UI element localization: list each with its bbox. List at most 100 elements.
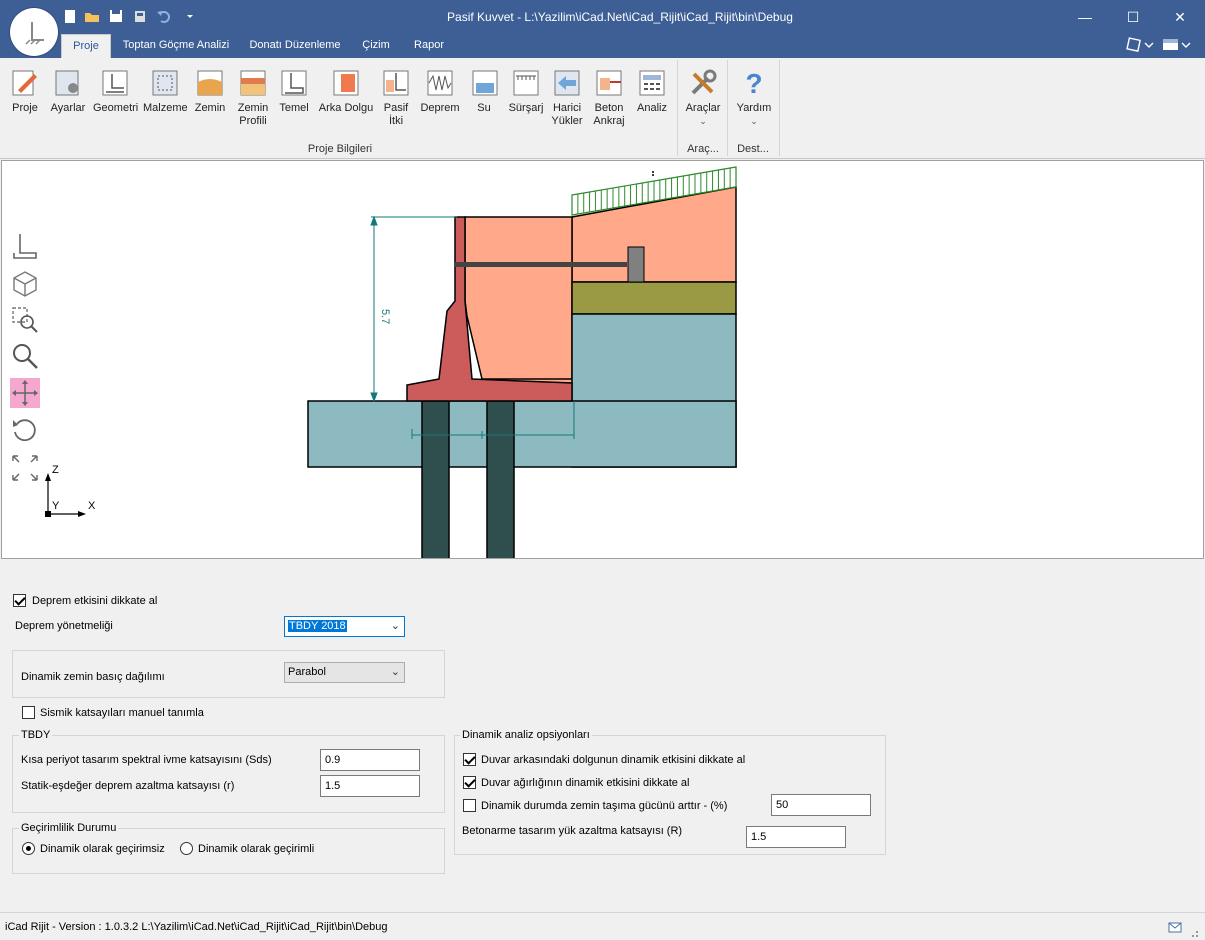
- ribbon-label: Geometri: [93, 102, 139, 114]
- app-menu-button[interactable]: [10, 8, 58, 56]
- ribbon-arka-dolgu-button[interactable]: Arka Dolgu: [318, 68, 374, 115]
- tab-donati[interactable]: Donatı Düzenleme: [244, 34, 346, 58]
- maximize-button[interactable]: ☐: [1118, 8, 1148, 26]
- R-input[interactable]: 1.5: [746, 826, 846, 848]
- harici-yukler-icon: [554, 70, 580, 96]
- manuel-checkbox-label: Sismik katsayıları manuel tanımla: [40, 707, 204, 719]
- ribbon-geometri-button[interactable]: Geometri: [93, 68, 139, 115]
- opt1-label: Duvar arkasındaki dolgunun dinamik etkis…: [481, 754, 746, 766]
- sursarj-icon: [513, 70, 539, 96]
- ribbon-label-line2: İtki: [388, 115, 404, 127]
- ribbon-label: Temel: [279, 102, 309, 114]
- ribbon: Proje Ayarlar Geometri Malzeme Zemin Zemin Pro…: [0, 58, 1205, 159]
- pasif-itki-icon: [383, 70, 409, 96]
- close-button[interactable]: ✕: [1165, 8, 1195, 26]
- new-file-icon[interactable]: [62, 9, 78, 23]
- save-icon[interactable]: [108, 9, 124, 23]
- ribbon-beton-ankraj-button[interactable]: Beton Ankraj: [590, 68, 628, 128]
- group-label-destek: Dest...: [737, 143, 769, 155]
- ribbon-temel-button[interactable]: Temel: [277, 68, 311, 115]
- gecirimli-radio[interactable]: [180, 842, 193, 855]
- ribbon-sursarj-button[interactable]: Sürşarj: [507, 68, 545, 115]
- help-button[interactable]: ? Yardım ⌄: [733, 68, 775, 128]
- ribbon-su-button[interactable]: Su: [470, 68, 498, 115]
- ribbon-proje-button[interactable]: Proje: [10, 68, 40, 115]
- ribbon-label: Deprem: [420, 102, 460, 114]
- window-title: Pasif Kuvvet - L:\Yazilim\iCad.Net\iCad_…: [447, 10, 793, 24]
- ribbon-pasif-itki-button[interactable]: Pasif İtki: [380, 68, 412, 128]
- qat-dropdown-icon[interactable]: [182, 9, 198, 23]
- ribbon-analiz-button[interactable]: Analiz: [634, 68, 670, 115]
- analiz-icon: [639, 70, 665, 96]
- olive-soil-layer: [571, 281, 737, 315]
- help-icon: ?: [745, 68, 762, 98]
- gecirimsiz-radio[interactable]: [22, 842, 35, 855]
- ribbon-label: Ayarlar: [50, 102, 86, 114]
- dimension-label: 5.7: [379, 309, 391, 324]
- R-label: Betonarme tasarım yük azaltma katsayısı …: [462, 825, 683, 837]
- drawing-canvas[interactable]: Z Y X 5.7: [1, 160, 1204, 559]
- message-icon[interactable]: [1168, 921, 1182, 933]
- gecirimlilik-group-title: Geçirimlilik Durumu: [19, 822, 119, 834]
- ribbon-label: Analiz: [637, 102, 667, 114]
- tools-label: Araçlar: [685, 102, 721, 114]
- theme-icon[interactable]: [1125, 37, 1157, 53]
- dagilim-value: Parabol: [288, 666, 326, 678]
- tools-button[interactable]: Araçlar ⌄: [682, 68, 724, 128]
- opt1-checkbox[interactable]: [463, 753, 476, 766]
- ribbon-zemin-profili-button[interactable]: Zemin Profili: [233, 68, 273, 128]
- ribbon-label: Zemin: [237, 102, 269, 114]
- tab-toptan-gocme[interactable]: Toptan Göçme Analizi: [118, 34, 234, 58]
- status-text: iCad Rijit - Version : 1.0.3.2 L:\Yazili…: [5, 921, 388, 933]
- yonetmelik-select[interactable]: TBDY 2018 ⌄: [284, 616, 405, 637]
- tab-cizim[interactable]: Çizim: [356, 34, 396, 58]
- pile-right: [486, 400, 515, 558]
- save-all-icon[interactable]: [132, 9, 148, 23]
- malzeme-icon: [152, 70, 178, 96]
- chevron-down-icon: ⌄: [390, 666, 400, 678]
- ribbon-zemin-button[interactable]: Zemin: [193, 68, 227, 115]
- tbdy-group: [12, 735, 445, 813]
- undo-icon[interactable]: [156, 9, 172, 23]
- ribbon-label-line2: Ankraj: [593, 115, 625, 127]
- opt2-checkbox[interactable]: [463, 776, 476, 789]
- ribbon-ayarlar-button[interactable]: Ayarlar: [50, 68, 86, 115]
- title-bar: Pasif Kuvvet - L:\Yazilim\iCad.Net\iCad_…: [0, 0, 1205, 58]
- zemin-icon: [197, 70, 223, 96]
- group-label-proje-bilgileri: Proje Bilgileri: [307, 143, 373, 155]
- ribbon-label: Sürşarj: [508, 102, 544, 114]
- ribbon-label: Zemin: [194, 102, 226, 114]
- minimize-button[interactable]: —: [1070, 8, 1100, 26]
- chevron-down-icon: ⌄: [750, 116, 758, 126]
- deprem-panel: Deprem etkisini dikkate al Deprem yönetm…: [0, 560, 1205, 912]
- ribbon-label: Harici: [552, 102, 582, 114]
- status-bar: iCad Rijit - Version : 1.0.3.2 L:\Yazili…: [0, 912, 1205, 940]
- ribbon-malzeme-button[interactable]: Malzeme: [143, 68, 188, 115]
- resize-grip-icon[interactable]: [1188, 927, 1200, 939]
- sds-input[interactable]: 0.9: [320, 749, 420, 771]
- ribbon-deprem-button[interactable]: Deprem: [420, 68, 460, 115]
- r-label: Statik-eşdeğer deprem azaltma katsayısı …: [21, 780, 235, 792]
- chevron-down-icon: ⌄: [390, 620, 400, 632]
- tab-proje[interactable]: Proje: [61, 34, 111, 58]
- foundation-soil: [307, 400, 737, 468]
- yonetmelik-label: Deprem yönetmeliği: [15, 620, 113, 632]
- deprem-checkbox[interactable]: [13, 594, 26, 607]
- ribbon-harici-yukler-button[interactable]: Harici Yükler: [550, 68, 584, 128]
- ribbon-label-line2: Profili: [239, 115, 267, 127]
- deprem-checkbox-label: Deprem etkisini dikkate al: [32, 595, 158, 607]
- manuel-checkbox[interactable]: [22, 706, 35, 719]
- opt3-checkbox[interactable]: [463, 799, 476, 812]
- open-folder-icon[interactable]: [84, 9, 100, 23]
- geometri-icon: [102, 70, 128, 96]
- ribbon-label: Malzeme: [143, 102, 188, 114]
- layout-icon[interactable]: [1162, 37, 1194, 53]
- ribbon-label: Proje: [12, 102, 38, 114]
- opt2-label: Duvar ağırlığının dinamik etkisini dikka…: [481, 777, 690, 789]
- r-input[interactable]: 1.5: [320, 775, 420, 797]
- dagilim-select[interactable]: Parabol ⌄: [284, 662, 405, 683]
- ribbon-label: Arka Dolgu: [318, 102, 374, 114]
- opt3-input[interactable]: 50: [771, 794, 871, 816]
- tab-rapor[interactable]: Rapor: [406, 34, 452, 58]
- app-logo-icon: [25, 22, 44, 45]
